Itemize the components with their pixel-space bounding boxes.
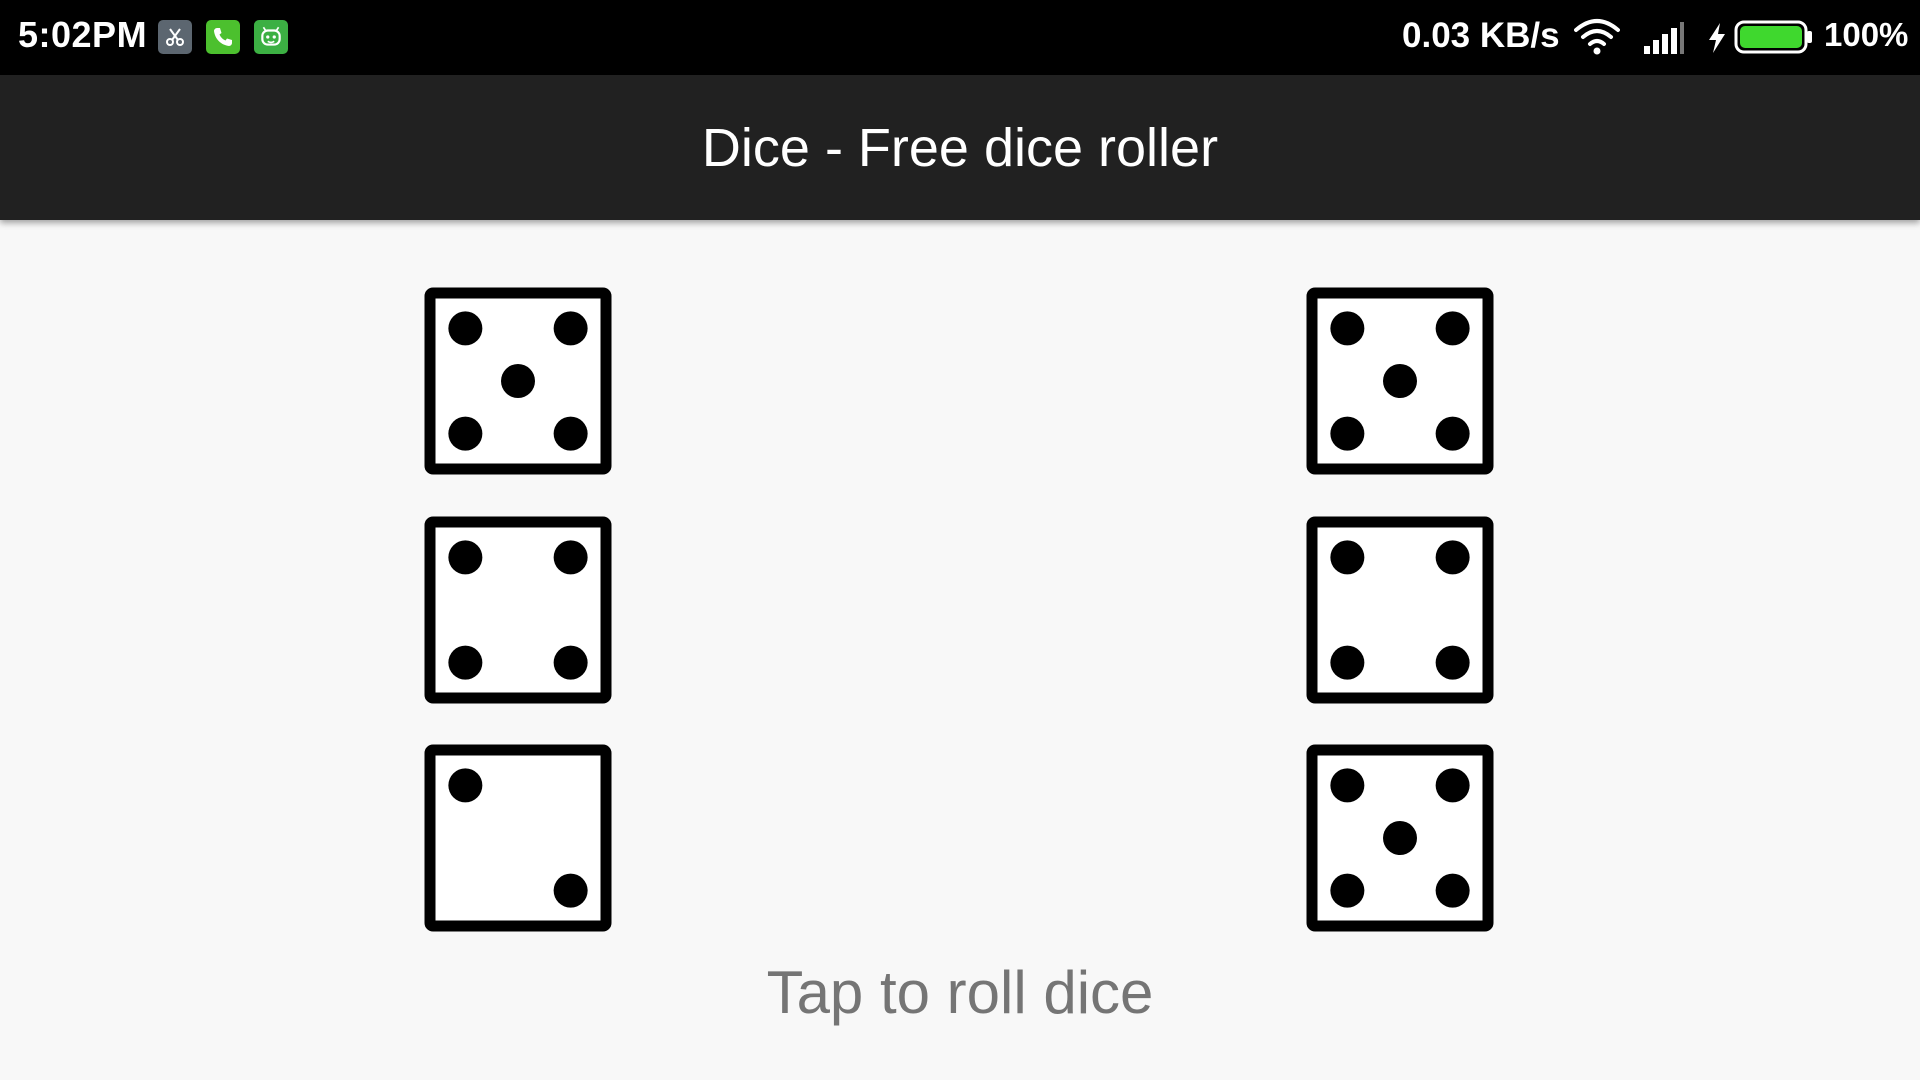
die-pip [553,416,588,451]
die-pip [501,364,535,398]
die-2-face [1306,287,1494,475]
die-pip [1330,416,1365,451]
die-pip [1435,873,1470,908]
die-pip [1330,768,1365,803]
die-pip [553,645,588,680]
tap-to-roll-hint: Tap to roll dice [766,959,1154,1026]
die-pip [448,645,483,680]
die-pip [1435,645,1470,680]
die-pip [448,416,483,451]
status-bar: 5:02PM 0.03 KB/s 100% [0,0,1920,75]
dice-area[interactable] [0,220,1920,960]
android-app-icon [254,20,288,54]
die-pip [553,311,588,346]
die-pip [553,540,588,575]
die-pip [1383,821,1417,855]
battery-percent: 100% [1824,16,1909,53]
die-pip [1330,873,1365,908]
network-speed: 0.03 KB/s [1402,16,1560,55]
die-6[interactable] [1306,744,1494,932]
die-2[interactable] [1306,287,1494,475]
die-pip [1435,311,1470,346]
phone-icon [206,20,240,54]
scissors-app-icon [158,20,192,54]
charging-bolt-icon [1706,22,1728,59]
die-pip [553,873,588,908]
die-pip [448,540,483,575]
die-pip [1435,540,1470,575]
die-4-face [1306,516,1494,704]
wifi-icon [1574,18,1620,61]
die-5-face [424,744,612,932]
die-1-face [424,287,612,475]
die-5[interactable] [424,744,612,932]
die-pip [448,768,483,803]
die-pip [1330,311,1365,346]
die-1[interactable] [424,287,612,475]
app-bar: Dice - Free dice roller [0,75,1920,220]
die-pip [1330,645,1365,680]
signal-icon [1642,20,1686,61]
app-title: Dice - Free dice roller [701,118,1219,178]
die-pip [1330,540,1365,575]
die-3-face [424,516,612,704]
battery-icon [1734,20,1814,59]
die-4[interactable] [1306,516,1494,704]
die-pip [1435,768,1470,803]
die-pip [448,311,483,346]
status-time: 5:02PM [18,14,148,55]
die-3[interactable] [424,516,612,704]
die-pip [1383,364,1417,398]
die-pip [1435,416,1470,451]
die-6-face [1306,744,1494,932]
